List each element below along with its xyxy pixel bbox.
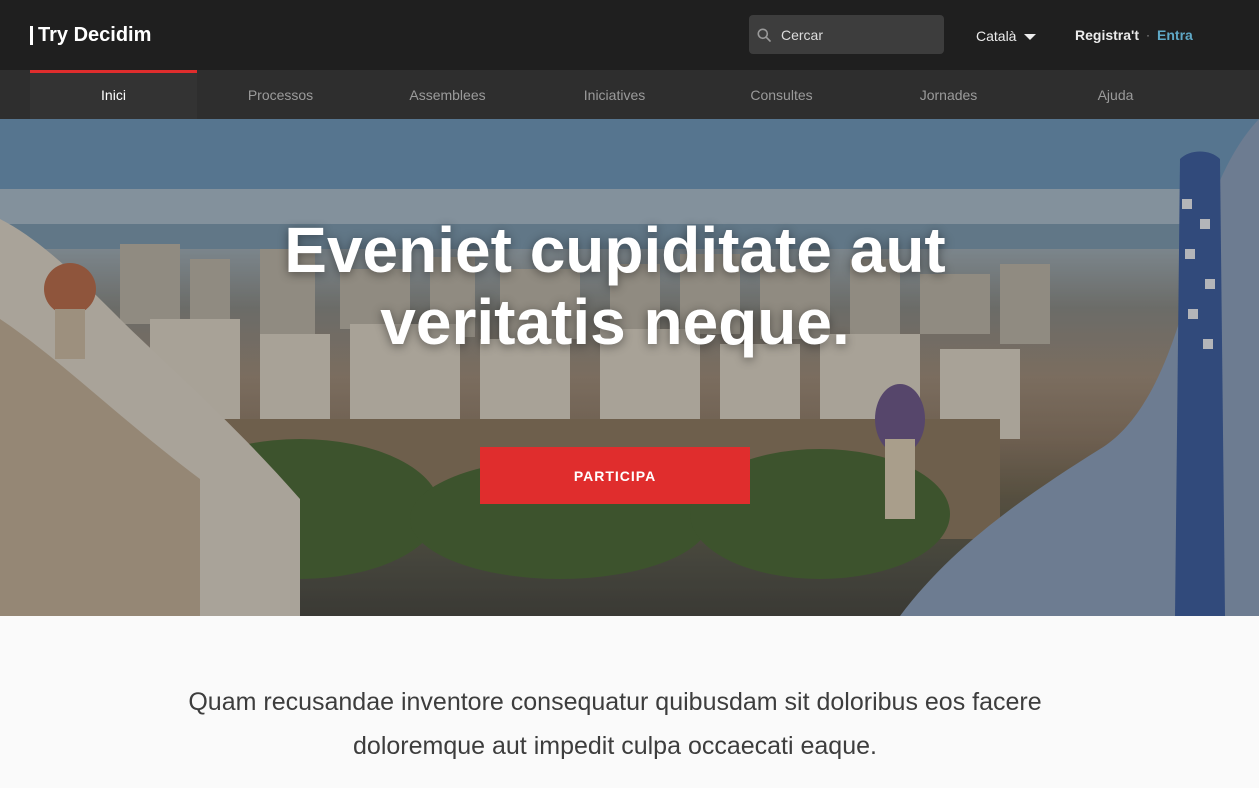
search-box[interactable] [749, 15, 944, 54]
nav-item-iniciatives[interactable]: Iniciatives [531, 70, 698, 119]
logo-text[interactable]: Try Decidim [38, 24, 151, 47]
auth-links: Registra't · Entra [1075, 25, 1193, 45]
nav-item-label[interactable]: Assemblees [409, 87, 485, 103]
nav-item-label[interactable]: Processos [248, 87, 313, 103]
hero-overlay [0, 119, 1259, 616]
hero-banner: Eveniet cupiditate aut veritatis neque. … [0, 119, 1259, 616]
nav-item-label[interactable]: Ajuda [1098, 87, 1134, 103]
language-chooser[interactable]: Català [976, 26, 1037, 46]
nav-item-ajuda[interactable]: Ajuda [1032, 70, 1199, 119]
caret-down-icon[interactable] [1024, 34, 1037, 40]
nav-item-label[interactable]: Jornades [920, 87, 978, 103]
nav-item-label[interactable]: Consultes [750, 87, 812, 103]
nav-item-jornades[interactable]: Jornades [865, 70, 1032, 119]
site-logo[interactable]: Try Decidim [30, 24, 151, 46]
search-input[interactable] [781, 26, 926, 43]
nav-item-consultes[interactable]: Consultes [698, 70, 865, 119]
search-icon [757, 28, 771, 42]
hero-title: Eveniet cupiditate aut veritatis neque. [284, 214, 946, 358]
intro-text: Quam recusandae inventore consequatur qu… [188, 688, 1042, 760]
nav-item-inici[interactable]: Inici [30, 70, 197, 119]
top-bar: Try Decidim Català Registra't · Entra [0, 0, 1259, 70]
main-navigation: Inici Processos Assemblees Iniciatives C… [0, 70, 1259, 119]
nav-item-label[interactable]: Inici [101, 87, 126, 103]
auth-separator: · [1146, 28, 1151, 42]
logo-bar [30, 25, 33, 45]
register-link[interactable]: Registra't [1075, 27, 1139, 43]
participate-button[interactable]: PARTICIPA [480, 447, 750, 504]
nav-item-label[interactable]: Iniciatives [584, 87, 645, 103]
language-label[interactable]: Català [976, 28, 1016, 44]
nav-item-assemblees[interactable]: Assemblees [364, 70, 531, 119]
login-link[interactable]: Entra [1157, 27, 1193, 43]
nav-item-processos[interactable]: Processos [197, 70, 364, 119]
